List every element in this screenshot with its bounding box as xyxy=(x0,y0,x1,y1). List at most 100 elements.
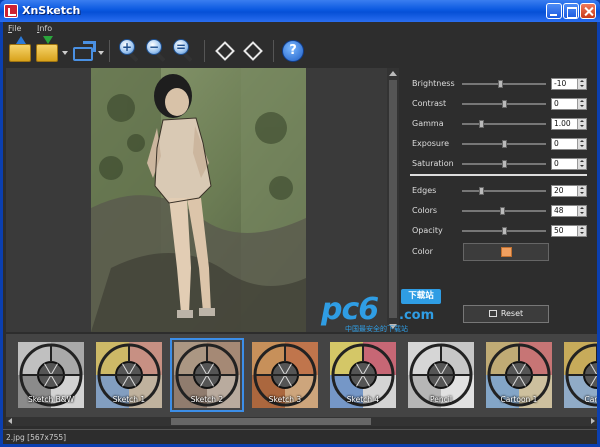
reset-icon xyxy=(488,310,497,317)
watermark-tag: 下载站 xyxy=(401,289,441,304)
exposure-slider-knob[interactable] xyxy=(501,140,507,148)
status-text: 2.jpg [567x755] xyxy=(6,433,67,442)
style-thumb-sketch-3[interactable]: Sketch 3 xyxy=(248,338,322,412)
saturation-slider[interactable] xyxy=(462,160,546,168)
saturation-slider-knob[interactable] xyxy=(501,160,507,168)
sketch-preview-image xyxy=(91,68,306,332)
style-thumb-sketch-4[interactable]: Sketch 4 xyxy=(326,338,400,412)
share-icon[interactable] xyxy=(73,41,96,61)
contrast-label: Contrast xyxy=(412,99,447,108)
reset-label: Reset xyxy=(500,309,524,318)
exposure-row: Exposure 0 xyxy=(400,136,592,152)
edges-slider-knob[interactable] xyxy=(479,187,485,195)
style-thumb-sketch-1[interactable]: Sketch 1 xyxy=(92,338,166,412)
style-thumb-label: Sketch 3 xyxy=(268,395,302,404)
minimize-button[interactable] xyxy=(546,3,562,19)
watermark-subtitle: 中国最安全的下载站 xyxy=(345,325,408,333)
zoom-in-icon[interactable]: + xyxy=(119,39,141,63)
gamma-label: Gamma xyxy=(412,119,444,128)
rotate-left-icon[interactable] xyxy=(215,41,235,61)
style-thumbnails: Sketch B&W Sketch 1 Sketch 2 Sketch 3 Sketch… xyxy=(6,338,597,416)
scroll-thumb[interactable] xyxy=(389,80,397,318)
watermark-domain: .com xyxy=(399,308,435,323)
toolbar-separator xyxy=(109,40,110,62)
edges-input[interactable]: 20 xyxy=(551,185,587,197)
exposure-label: Exposure xyxy=(412,139,450,148)
share-dropdown-icon[interactable] xyxy=(98,51,104,55)
opacity-label: Opacity xyxy=(412,226,443,235)
filmstrip-scrollbar[interactable] xyxy=(6,417,597,426)
save-folder-icon[interactable] xyxy=(36,36,58,62)
app-icon[interactable] xyxy=(4,4,18,18)
contrast-row: Contrast 0 xyxy=(400,96,592,112)
saturation-value: 0 xyxy=(554,159,559,168)
toolbar: + − = ? xyxy=(3,36,597,66)
saturation-label: Saturation xyxy=(412,159,454,168)
style-thumb-cartoo[interactable]: Cartoo xyxy=(560,338,597,412)
zoom-fit-icon[interactable]: = xyxy=(173,39,195,63)
colors-slider-knob[interactable] xyxy=(499,207,505,215)
contrast-slider-knob[interactable] xyxy=(501,100,507,108)
style-thumb-sketch-2[interactable]: Sketch 2 xyxy=(170,338,244,412)
colors-input[interactable]: 48 xyxy=(551,205,587,217)
opacity-input[interactable]: 50 xyxy=(551,225,587,237)
colors-row: Colors 48 xyxy=(400,203,592,219)
opacity-row: Opacity 50 xyxy=(400,223,592,239)
opacity-value: 50 xyxy=(554,226,564,235)
reset-button[interactable]: Reset xyxy=(463,305,549,323)
edges-value: 20 xyxy=(554,186,564,195)
style-thumb-label: Sketch B&W xyxy=(27,395,75,404)
scroll-right-icon[interactable] xyxy=(591,418,595,424)
opacity-slider[interactable] xyxy=(462,227,546,235)
toolbar-separator xyxy=(273,40,274,62)
style-thumb-label: Sketch 1 xyxy=(112,395,146,404)
edges-slider[interactable] xyxy=(462,187,546,195)
color-picker-button[interactable] xyxy=(463,243,549,261)
window-title: XnSketch xyxy=(22,4,81,17)
colors-slider[interactable] xyxy=(462,207,546,215)
edges-label: Edges xyxy=(412,186,437,195)
brightness-label: Brightness xyxy=(412,79,455,88)
opacity-slider-knob[interactable] xyxy=(501,227,507,235)
brightness-slider[interactable] xyxy=(462,80,546,88)
style-filmstrip: Sketch B&W Sketch 1 Sketch 2 Sketch 3 Sketch… xyxy=(6,334,597,426)
panel-divider xyxy=(410,174,587,176)
toolbar-separator xyxy=(204,40,205,62)
help-icon[interactable]: ? xyxy=(282,40,304,62)
open-folder-icon[interactable] xyxy=(9,36,31,62)
rotate-right-icon[interactable] xyxy=(243,41,263,61)
status-bar: 2.jpg [567x755] xyxy=(3,429,597,444)
gamma-value: 1.00 xyxy=(554,119,571,128)
style-thumb-label: Sketch 2 xyxy=(190,395,224,404)
close-button[interactable] xyxy=(580,3,596,19)
color-label: Color xyxy=(412,247,433,256)
zoom-out-icon[interactable]: − xyxy=(146,39,168,63)
edges-row: Edges 20 xyxy=(400,183,592,199)
gamma-slider[interactable] xyxy=(462,120,546,128)
exposure-value: 0 xyxy=(554,139,559,148)
exposure-input[interactable]: 0 xyxy=(551,138,587,150)
style-thumb-pencil[interactable]: Pencil xyxy=(404,338,478,412)
menu-file[interactable]: File xyxy=(8,24,21,33)
scroll-up-icon[interactable] xyxy=(389,71,397,76)
scroll-left-icon[interactable] xyxy=(8,418,12,424)
colors-label: Colors xyxy=(412,206,438,215)
gamma-slider-knob[interactable] xyxy=(479,120,485,128)
menu-info[interactable]: Info xyxy=(37,24,52,33)
contrast-slider[interactable] xyxy=(462,100,546,108)
title-bar: XnSketch xyxy=(0,0,600,22)
contrast-input[interactable]: 0 xyxy=(551,98,587,110)
filmstrip-scroll-thumb[interactable] xyxy=(171,418,371,425)
brightness-slider-knob[interactable] xyxy=(497,80,503,88)
style-thumb-label: Cartoo xyxy=(584,395,597,404)
style-thumb-cartoon-1[interactable]: Cartoon 1 xyxy=(482,338,556,412)
maximize-button[interactable] xyxy=(563,3,579,19)
save-dropdown-icon[interactable] xyxy=(62,51,68,55)
style-thumb-sketch-b-w[interactable]: Sketch B&W xyxy=(14,338,88,412)
colors-value: 48 xyxy=(554,206,564,215)
saturation-row: Saturation 0 xyxy=(400,156,592,172)
exposure-slider[interactable] xyxy=(462,140,546,148)
gamma-input[interactable]: 1.00 xyxy=(551,118,587,130)
brightness-input[interactable]: -10 xyxy=(551,78,587,90)
saturation-input[interactable]: 0 xyxy=(551,158,587,170)
